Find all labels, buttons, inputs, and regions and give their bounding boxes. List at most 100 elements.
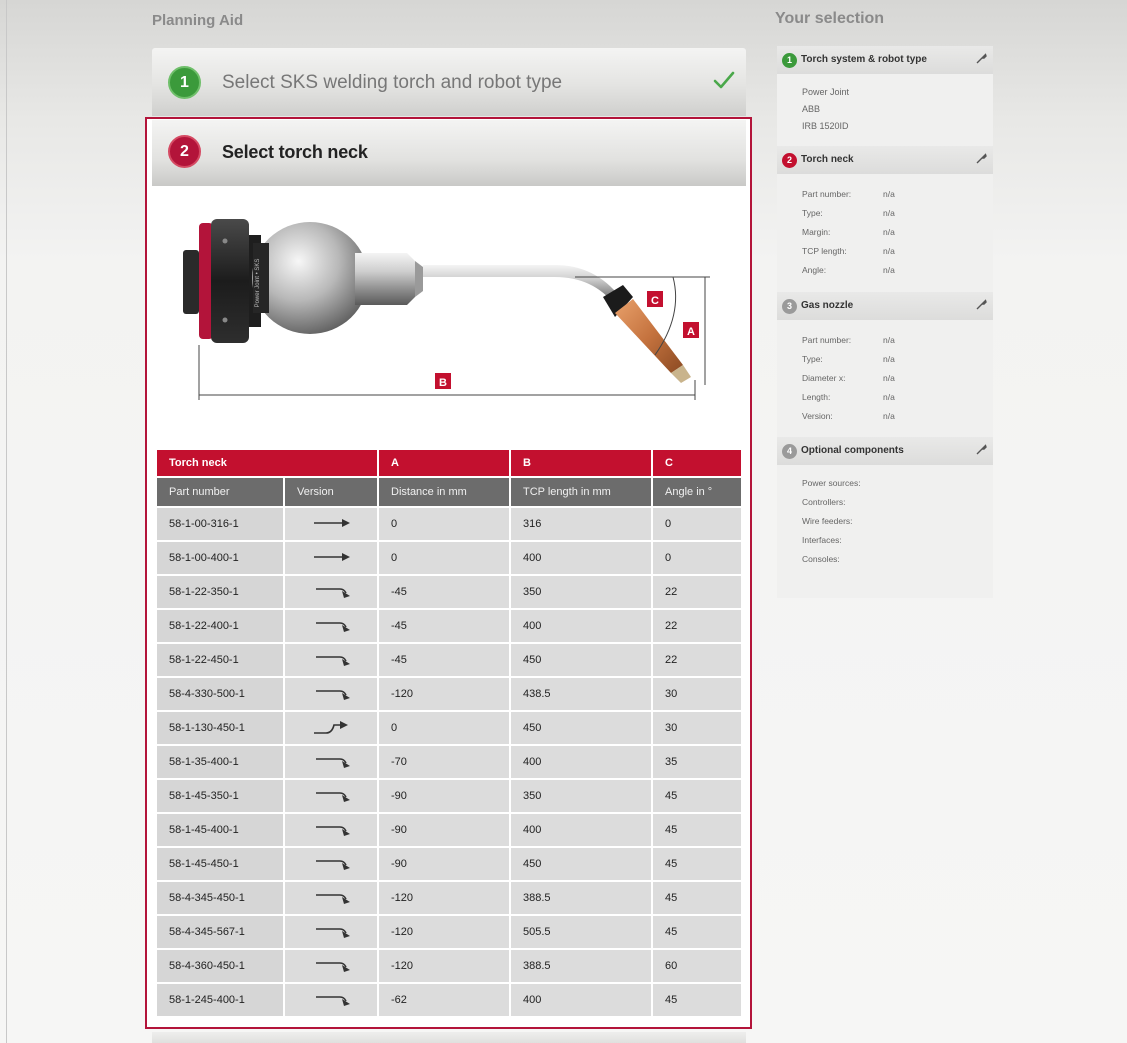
tcp-length-cell: 400 — [511, 540, 653, 574]
tcp-length-cell: 388.5 — [511, 948, 653, 982]
distance-cell: -120 — [379, 676, 511, 710]
angle-cell: 22 — [653, 574, 743, 608]
section-3-title: Gas nozzle — [801, 300, 854, 311]
table-row[interactable]: 58-1-22-400-1 -45 400 22 — [157, 608, 743, 642]
optional-power-sources: Power sources: — [802, 478, 861, 488]
part-number-cell: 58-4-360-450-1 — [157, 948, 285, 982]
angle-cell: 0 — [653, 506, 743, 540]
distance-cell: -90 — [379, 778, 511, 812]
column-header-version[interactable]: Version — [285, 476, 379, 506]
step-2-badge: 2 — [168, 135, 201, 168]
version-cell — [285, 744, 379, 778]
bent-neck-icon — [316, 826, 350, 836]
table-row[interactable]: 58-4-360-450-1 -120 388.5 60 — [157, 948, 743, 982]
angle-cell: 45 — [653, 914, 743, 948]
part-number-cell: 58-1-45-450-1 — [157, 846, 285, 880]
part-number-cell: 58-4-345-450-1 — [157, 880, 285, 914]
your-selection-title: Your selection — [775, 10, 885, 27]
bent-neck-icon — [316, 690, 350, 700]
column-header-distance[interactable]: Distance in mm — [379, 476, 511, 506]
step-1-header[interactable]: 1 Select SKS welding torch and robot typ… — [152, 48, 746, 116]
bent-neck-icon — [316, 860, 350, 870]
table-row[interactable]: 58-1-45-450-1 -90 450 45 — [157, 846, 743, 880]
group-header-torch-neck: Torch neck — [157, 450, 379, 476]
distance-cell: -45 — [379, 608, 511, 642]
wrench-icon[interactable] — [975, 299, 987, 311]
column-header-angle[interactable]: Angle in ° — [653, 476, 743, 506]
torch-neck-margin-key: Margin: — [802, 227, 831, 237]
part-number-cell: 58-4-330-500-1 — [157, 676, 285, 710]
angle-cell: 30 — [653, 710, 743, 744]
wrench-icon[interactable] — [975, 153, 987, 165]
step-3-header-partial[interactable] — [152, 1032, 746, 1043]
torch-neck-angle-value: n/a — [883, 265, 895, 275]
angle-cell: 45 — [653, 846, 743, 880]
part-number-cell: 58-1-00-316-1 — [157, 506, 285, 540]
table-row[interactable]: 58-1-22-450-1 -45 450 22 — [157, 642, 743, 676]
selection-section-gas-nozzle[interactable]: 3 Gas nozzle — [777, 292, 993, 320]
column-header-part-number[interactable]: Part number — [157, 476, 285, 506]
angle-cell: 35 — [653, 744, 743, 778]
section-2-badge: 2 — [782, 153, 797, 168]
table-row[interactable]: 58-1-45-400-1 -90 400 45 — [157, 812, 743, 846]
section-1-badge: 1 — [782, 53, 797, 68]
dimension-a-label: A — [687, 326, 695, 338]
page-border — [6, 0, 7, 1043]
gas-nozzle-length-key: Length: — [802, 392, 831, 402]
bent-neck-icon — [316, 622, 350, 632]
table-row[interactable]: 58-1-00-316-1 0 316 0 — [157, 506, 743, 540]
table-row[interactable]: 58-4-345-567-1 -120 505.5 45 — [157, 914, 743, 948]
step-1-label: Select SKS welding torch and robot type — [222, 72, 563, 93]
gas-nozzle-diameter-value: n/a — [883, 373, 895, 383]
section-1-title: Torch system & robot type — [801, 54, 927, 65]
table-row[interactable]: 58-1-22-350-1 -45 350 22 — [157, 574, 743, 608]
angle-cell: 22 — [653, 642, 743, 676]
distance-cell: -120 — [379, 880, 511, 914]
part-number-cell: 58-1-22-450-1 — [157, 642, 285, 676]
selection-section-torch-system[interactable]: 1 Torch system & robot type — [777, 46, 993, 74]
gas-nozzle-type-key: Type: — [802, 354, 823, 364]
angle-cell: 45 — [653, 778, 743, 812]
bent-neck-icon — [316, 758, 350, 768]
angle-cell: 45 — [653, 812, 743, 846]
distance-cell: 0 — [379, 540, 511, 574]
selection-section-torch-neck[interactable]: 2 Torch neck — [777, 146, 993, 174]
version-cell — [285, 642, 379, 676]
distance-cell: -45 — [379, 642, 511, 676]
angle-cell: 22 — [653, 608, 743, 642]
wrench-icon[interactable] — [975, 53, 987, 65]
table-row[interactable]: 58-1-00-400-1 0 400 0 — [157, 540, 743, 574]
table-row[interactable]: 58-4-345-450-1 -120 388.5 45 — [157, 880, 743, 914]
wrench-icon[interactable] — [975, 444, 987, 456]
group-header-b: B — [511, 450, 653, 476]
table-row[interactable]: 58-1-45-350-1 -90 350 45 — [157, 778, 743, 812]
optional-controllers: Controllers: — [802, 497, 846, 507]
part-number-cell: 58-1-35-400-1 — [157, 744, 285, 778]
table-row[interactable]: 58-4-330-500-1 -120 438.5 30 — [157, 676, 743, 710]
table-row[interactable]: 58-1-245-400-1 -62 400 45 — [157, 982, 743, 1016]
version-cell — [285, 506, 379, 540]
table-row[interactable]: 58-1-35-400-1 -70 400 35 — [157, 744, 743, 778]
version-cell — [285, 676, 379, 710]
selection-panel: 1 Torch system & robot type Power Joint … — [777, 46, 993, 598]
straight-neck-icon — [314, 553, 350, 561]
tcp-length-cell: 438.5 — [511, 676, 653, 710]
version-cell — [285, 846, 379, 880]
section-1-line-3: IRB 1520ID — [802, 121, 849, 131]
torch-neck-angle-key: Angle: — [802, 265, 827, 275]
straight-neck-icon — [314, 519, 350, 527]
section-4-title: Optional components — [801, 445, 904, 456]
distance-cell: -90 — [379, 846, 511, 880]
distance-cell: -45 — [379, 574, 511, 608]
part-number-cell: 58-1-45-400-1 — [157, 812, 285, 846]
table-row[interactable]: 58-1-130-450-1 0 450 30 — [157, 710, 743, 744]
selection-section-optional-components[interactable]: 4 Optional components — [777, 437, 993, 465]
column-header-tcp-length[interactable]: TCP length in mm — [511, 476, 653, 506]
tcp-length-cell: 350 — [511, 778, 653, 812]
version-cell — [285, 914, 379, 948]
gas-nozzle-part-number-key: Part number: — [802, 335, 852, 345]
step-2-header[interactable]: 2 Select torch neck — [152, 120, 746, 186]
optional-interfaces: Interfaces: — [802, 535, 842, 545]
step-1-badge: 1 — [168, 66, 201, 99]
torch-neck-margin-value: n/a — [883, 227, 895, 237]
